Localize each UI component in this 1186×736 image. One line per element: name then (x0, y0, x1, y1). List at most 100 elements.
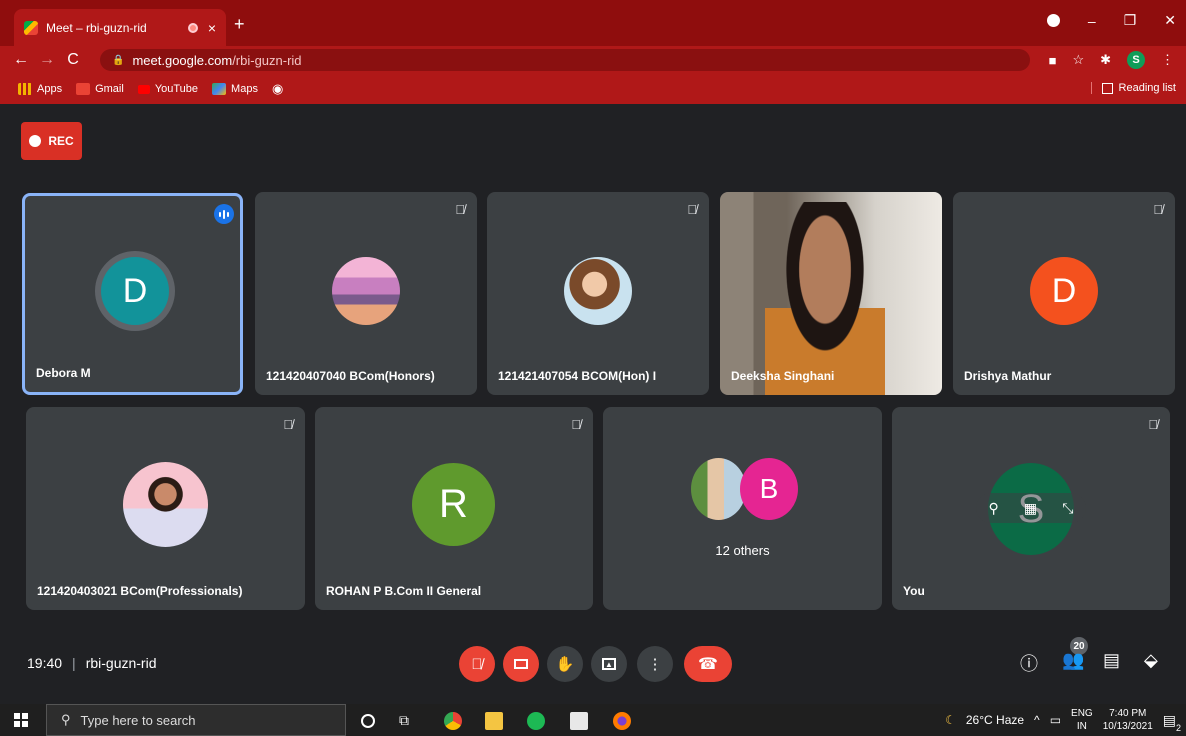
participant-tile[interactable]: 🎙̸ 121421407054 BCOM(Hon) I (487, 192, 709, 395)
browser-tab-meet[interactable]: Meet – rbi-guzn-rid × (14, 9, 226, 46)
profile-photo (123, 462, 208, 547)
mic-off-icon: 🎙̸ (471, 655, 483, 673)
others-tile[interactable]: B 12 others (603, 407, 882, 610)
mic-off-icon: 🎙̸ (1153, 202, 1163, 217)
recording-indicator-icon (187, 22, 198, 33)
hand-icon: ✋ (555, 656, 575, 673)
participant-tile-debora[interactable]: D Debora M (22, 193, 243, 395)
bookmark-youtube[interactable]: YouTube (137, 83, 198, 95)
extensions-puzzle-icon[interactable]: ✱ (1100, 52, 1111, 68)
new-tab-button[interactable]: + (234, 14, 245, 35)
participant-name: Drishya Mathur (964, 369, 1052, 383)
url-path: /rbi-guzn-rid (232, 52, 302, 68)
notification-count: 2 (1175, 722, 1181, 733)
chat-icon[interactable]: ▤ (1103, 650, 1120, 671)
clock-time: 7:40 PM (1109, 708, 1147, 719)
browser-tab-strip: Meet – rbi-guzn-rid × + – ❐ ✕ (0, 0, 1186, 46)
bookmark-label: Apps (37, 83, 63, 95)
recording-badge[interactable]: REC (21, 122, 82, 160)
avatar: B (740, 458, 798, 520)
youtube-icon (137, 84, 150, 94)
network-icon[interactable]: ▭ (1050, 713, 1061, 727)
lang-code: ENG (1071, 708, 1093, 719)
browser-menu-icon[interactable]: ⋮ (1161, 52, 1174, 68)
weather-icon: ☾ (945, 713, 956, 727)
mic-off-icon: 🎙̸ (1148, 417, 1158, 432)
task-view-icon[interactable]: ⧉ (399, 712, 417, 730)
toolbar-actions: ■ ☆ ✱ S ⋮ (1049, 51, 1174, 69)
participant-name: 121420403021 BCom(Professionals) (37, 584, 243, 598)
bookmark-label: Maps (231, 83, 258, 95)
divider: | (72, 655, 76, 671)
participant-name: ROHAN P B.Com II General (326, 584, 482, 598)
store-icon[interactable] (570, 712, 588, 730)
minimize-tile-icon[interactable]: ⤡ (1062, 500, 1073, 517)
more-vert-icon: ⋮ (647, 656, 663, 673)
participant-name: You (903, 584, 925, 598)
avatar: D (101, 257, 169, 325)
chrome-taskbar-icon[interactable] (444, 712, 462, 730)
minimize-button[interactable]: – (1088, 13, 1096, 29)
profile-avatar[interactable]: S (1127, 51, 1145, 69)
mic-toggle-button[interactable]: 🎙̸ (459, 646, 495, 682)
reading-list-label: Reading list (1118, 82, 1176, 94)
participant-tile-rohan[interactable]: 🎙̸ R ROHAN P B.Com II General (315, 407, 593, 610)
participant-tile[interactable]: 🎙̸ 121420407040 BCom(Honors) (255, 192, 477, 395)
more-options-button[interactable]: ⋮ (637, 646, 673, 682)
reload-icon[interactable]: C (60, 51, 86, 69)
region-code: IN (1076, 721, 1087, 732)
pin-icon[interactable]: ⚲ (989, 500, 999, 517)
weather-text[interactable]: 26°C Haze (966, 713, 1024, 727)
language-indicator[interactable]: ENG IN (1071, 707, 1093, 733)
bookmark-star-icon[interactable]: ☆ (1072, 52, 1084, 68)
frame-icon[interactable]: ▦ (1024, 500, 1037, 517)
leave-call-button[interactable]: ☎ (684, 646, 732, 682)
bookmark-maps[interactable]: Maps (212, 83, 258, 95)
spotify-icon[interactable] (527, 712, 545, 730)
taskbar-search-box[interactable]: ⚲ Type here to search (46, 704, 346, 736)
back-arrow-icon[interactable]: ← (8, 51, 34, 69)
avatar: R (412, 463, 495, 546)
reading-list-button[interactable]: Reading list (1090, 82, 1176, 94)
windows-start-icon[interactable] (14, 713, 28, 727)
participant-tile-drishya[interactable]: 🎙̸ D Drishya Mathur (953, 192, 1175, 395)
firefox-icon[interactable] (613, 712, 631, 730)
bookmark-globe[interactable]: ◉ (272, 81, 283, 97)
activities-icon[interactable]: ⬙ (1144, 650, 1158, 671)
notification-icon[interactable]: ▤ 2 (1163, 712, 1181, 733)
mic-off-icon: 🎙̸ (455, 202, 465, 217)
address-bar[interactable]: 🔒 meet.google.com/rbi-guzn-rid (100, 49, 1030, 71)
present-icon: ▲ (602, 658, 616, 670)
bookmark-apps[interactable]: Apps (18, 83, 62, 95)
profile-photo (691, 458, 746, 520)
lock-icon: 🔒 (112, 54, 125, 66)
participant-name: Deeksha Singhani (731, 369, 835, 383)
avatar: D (1030, 257, 1098, 325)
record-dot-icon (29, 135, 42, 147)
camera-in-use-icon[interactable]: ■ (1049, 53, 1057, 68)
windows-taskbar: ⚲ Type here to search ⧉ ☾ 26°C Haze ^ ▭ … (0, 704, 1186, 736)
present-screen-button[interactable]: ▲ (591, 646, 627, 682)
bookmark-gmail[interactable]: Gmail (76, 83, 124, 95)
info-icon[interactable]: ⓘ (1020, 650, 1038, 676)
participant-video-deeksha[interactable]: Deeksha Singhani (720, 192, 942, 395)
restore-button[interactable]: ❐ (1124, 12, 1137, 29)
file-explorer-icon[interactable] (485, 712, 503, 730)
people-icon[interactable]: 👥 (1062, 650, 1084, 671)
camera-toggle-button[interactable] (503, 646, 539, 682)
tray-chevron-icon[interactable]: ^ (1034, 713, 1040, 727)
forward-arrow-icon[interactable]: → (34, 51, 60, 69)
self-tile[interactable]: 🎙̸ S ⚲ ▦ ⤡ You (892, 407, 1170, 610)
tab-close-button[interactable]: × (208, 20, 216, 36)
window-close-button[interactable]: ✕ (1164, 12, 1176, 29)
search-placeholder: Type here to search (80, 712, 196, 728)
meet-favicon-icon (24, 20, 38, 35)
raise-hand-button[interactable]: ✋ (547, 646, 583, 682)
taskbar-clock[interactable]: 7:40 PM 10/13/2021 (1103, 707, 1153, 733)
others-count: 12 others (715, 543, 770, 558)
cortana-icon[interactable] (361, 714, 375, 728)
participant-name: 121421407054 BCOM(Hon) I (498, 369, 657, 383)
profile-icon[interactable] (1046, 14, 1060, 27)
participant-tile[interactable]: 🎙̸ 121420403021 BCom(Professionals) (26, 407, 305, 610)
clock-date: 10/13/2021 (1102, 721, 1153, 732)
